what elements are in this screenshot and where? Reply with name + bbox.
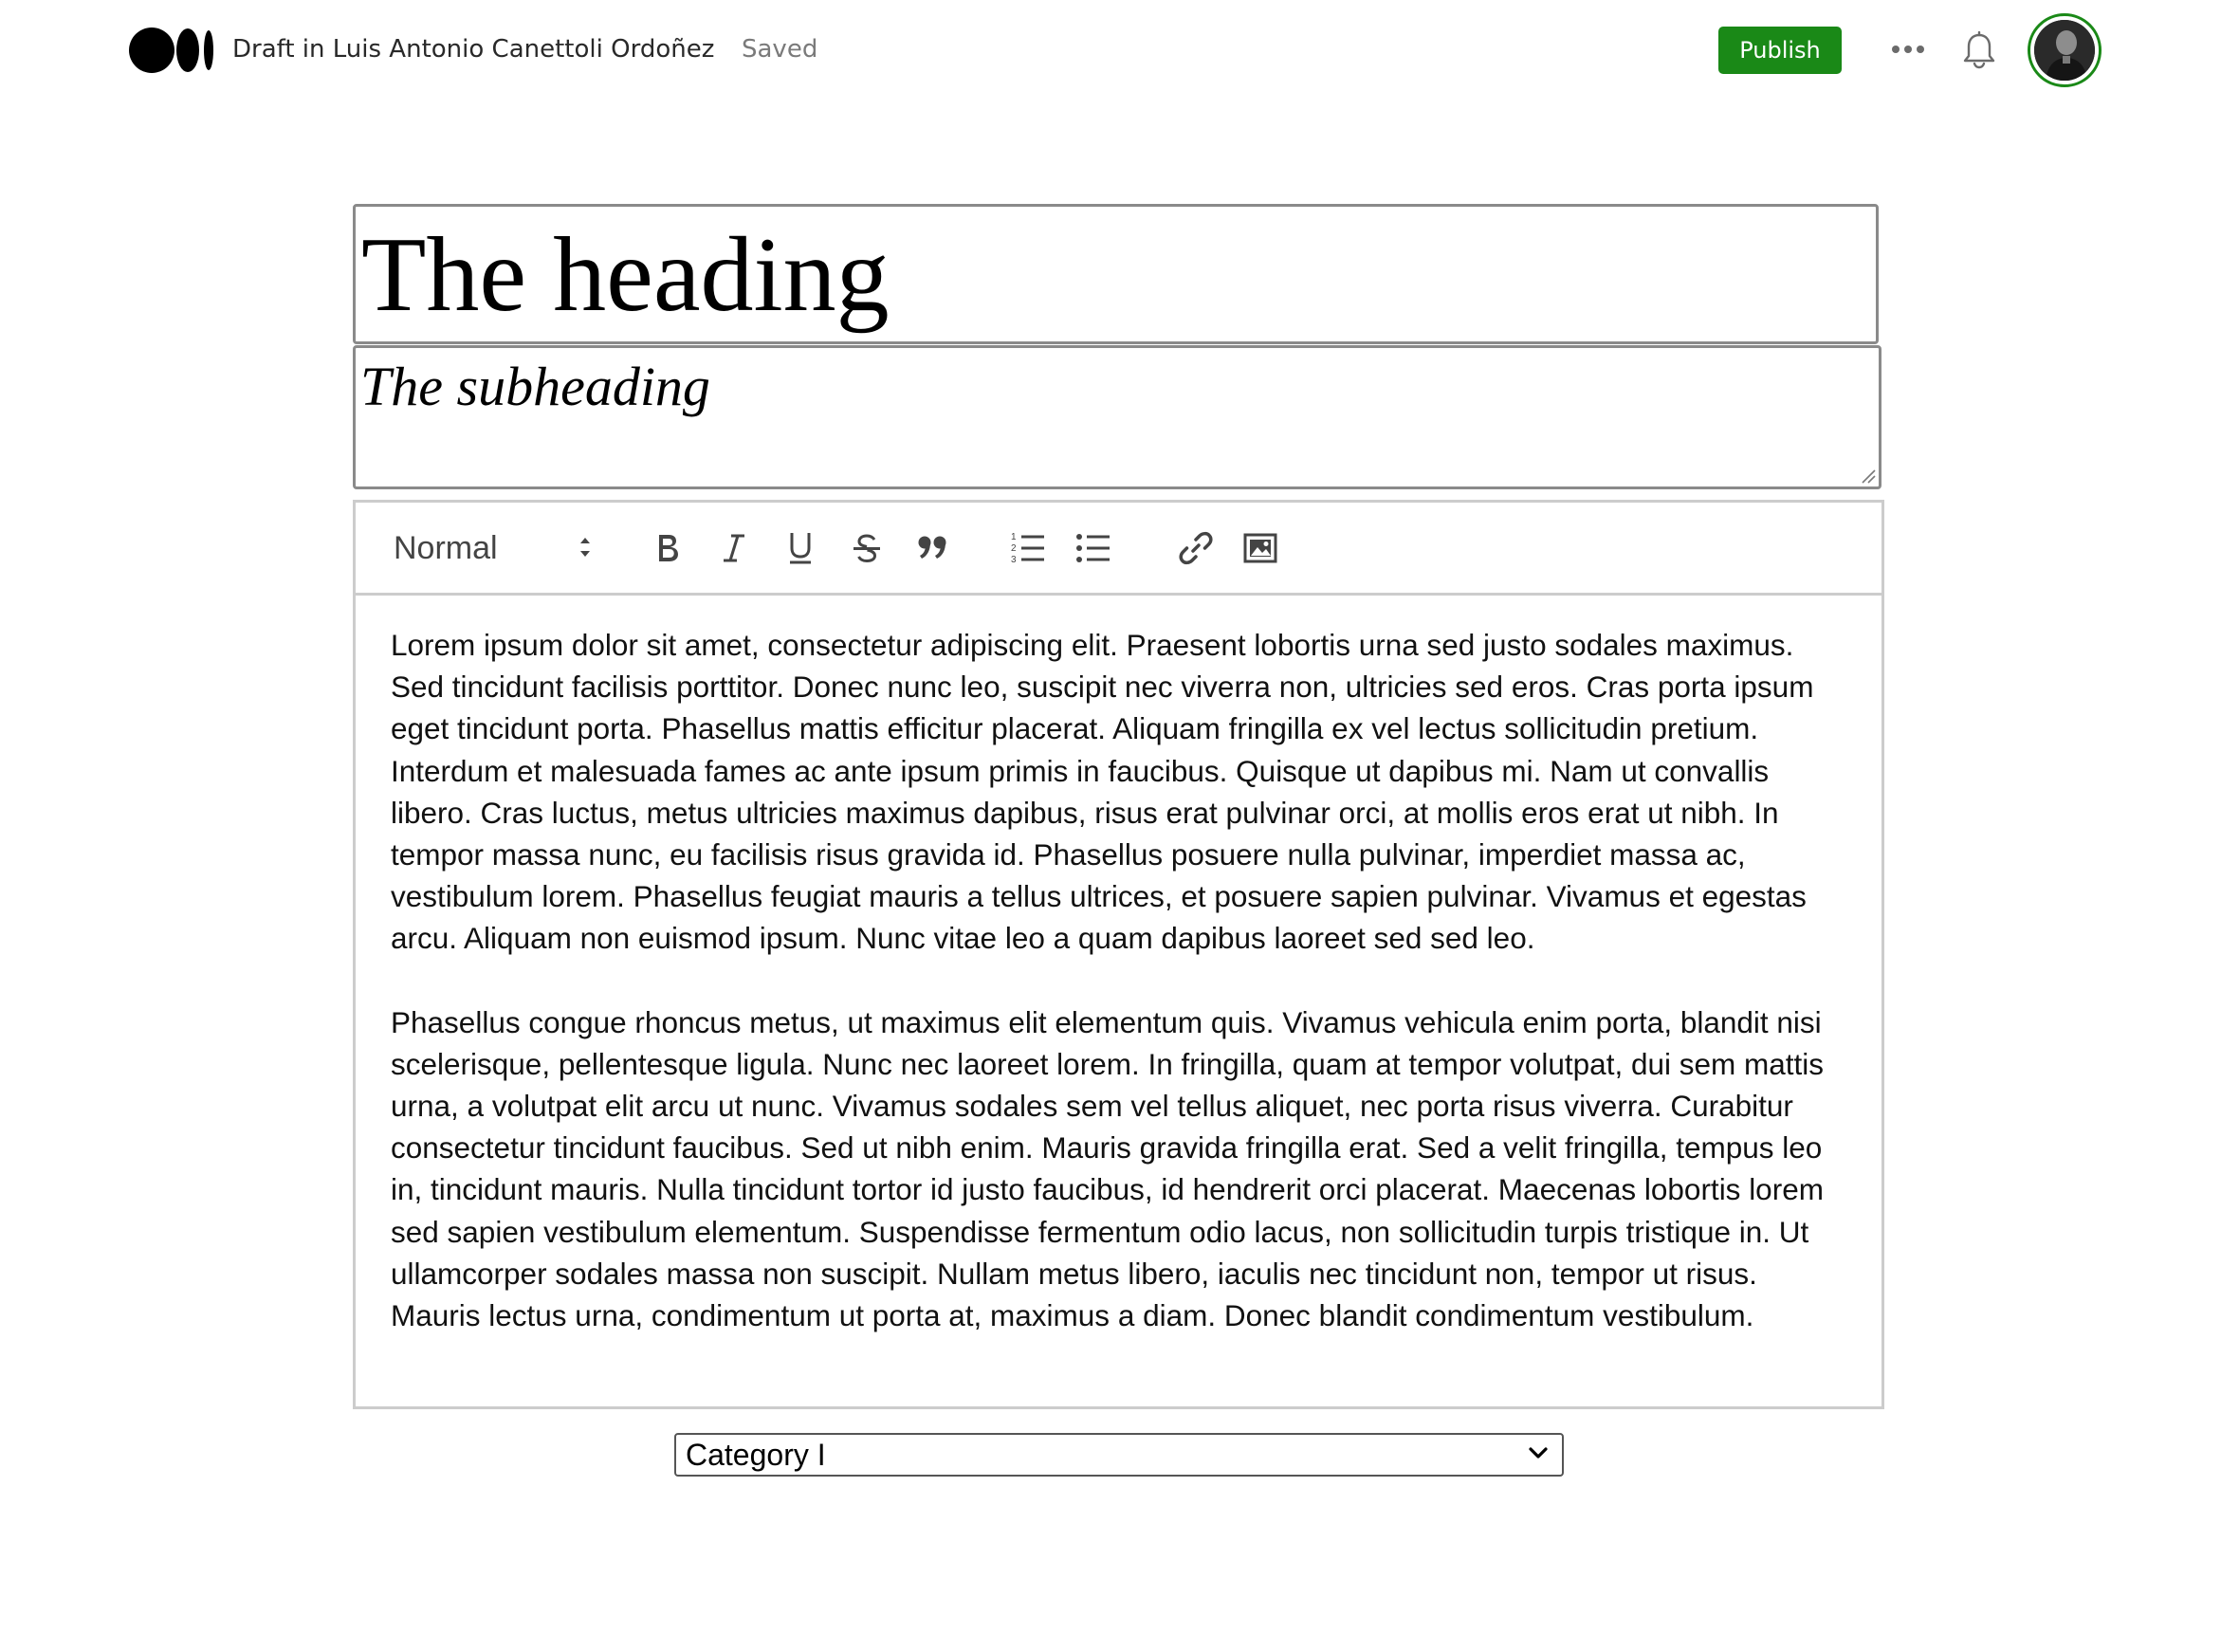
block-format-select[interactable]: Normal (394, 525, 593, 571)
resize-handle-icon[interactable] (1859, 467, 1876, 484)
sort-arrows-icon (580, 538, 590, 557)
bullet-list-icon (1076, 534, 1110, 562)
heading-text: The heading (361, 216, 890, 334)
publish-button[interactable]: Publish (1718, 27, 1842, 74)
subheading-textarea[interactable]: The subheading (353, 345, 1881, 489)
ordered-list-button[interactable]: 1 2 3 (1006, 526, 1050, 570)
ordered-list-icon: 1 2 3 (1011, 532, 1044, 565)
category-select[interactable]: Category I (674, 1433, 1564, 1477)
blockquote-button[interactable] (911, 526, 955, 570)
paragraph: Lorem ipsum dolor sit amet, consectetur … (391, 628, 1814, 956)
underline-button[interactable] (779, 526, 822, 570)
more-options-button[interactable] (1887, 32, 1929, 66)
insert-link-button[interactable] (1174, 526, 1218, 570)
draft-location-label: Draft in Luis Antonio Canettoli Ordoñez (232, 35, 715, 64)
editor-content[interactable]: Lorem ipsum dolor sit amet, consectetur … (391, 624, 1851, 1378)
save-status: Saved (742, 35, 818, 64)
medium-logo-icon[interactable] (129, 27, 216, 74)
quote-icon (918, 536, 946, 559)
italic-button[interactable] (712, 526, 756, 570)
insert-image-button[interactable] (1239, 526, 1282, 570)
italic-icon (724, 534, 744, 562)
image-icon (1243, 533, 1277, 563)
user-avatar-button[interactable] (2028, 13, 2102, 87)
subheading-text: The subheading (360, 356, 710, 417)
bell-icon (1963, 31, 1995, 69)
bold-icon (659, 535, 678, 561)
editor-toolbar: Normal 1 2 3 (356, 503, 1881, 596)
chevron-down-icon (1529, 1447, 1548, 1459)
link-icon (1179, 531, 1213, 565)
notifications-button[interactable] (1959, 28, 1999, 72)
rich-text-editor: Normal 1 2 3 Lorem ipsum dolor sit amet,… (353, 500, 1884, 1409)
paragraph: Phasellus congue rhoncus metus, ut maxim… (391, 1004, 1825, 1333)
svg-text:3: 3 (1011, 555, 1017, 565)
bullet-list-button[interactable] (1072, 526, 1115, 570)
block-format-value: Normal (394, 529, 498, 566)
category-selected-value: Category I (686, 1438, 826, 1472)
heading-input[interactable]: The heading (353, 204, 1879, 344)
top-bar: Draft in Luis Antonio Canettoli Ordoñez … (0, 0, 2221, 101)
strikethrough-button[interactable] (845, 526, 889, 570)
svg-text:1: 1 (1011, 532, 1017, 542)
bold-button[interactable] (646, 526, 689, 570)
more-horizontal-icon (1892, 46, 1924, 53)
avatar (2034, 20, 2095, 81)
strikethrough-icon (854, 534, 880, 563)
svg-text:2: 2 (1011, 543, 1017, 554)
underline-icon (790, 533, 811, 564)
